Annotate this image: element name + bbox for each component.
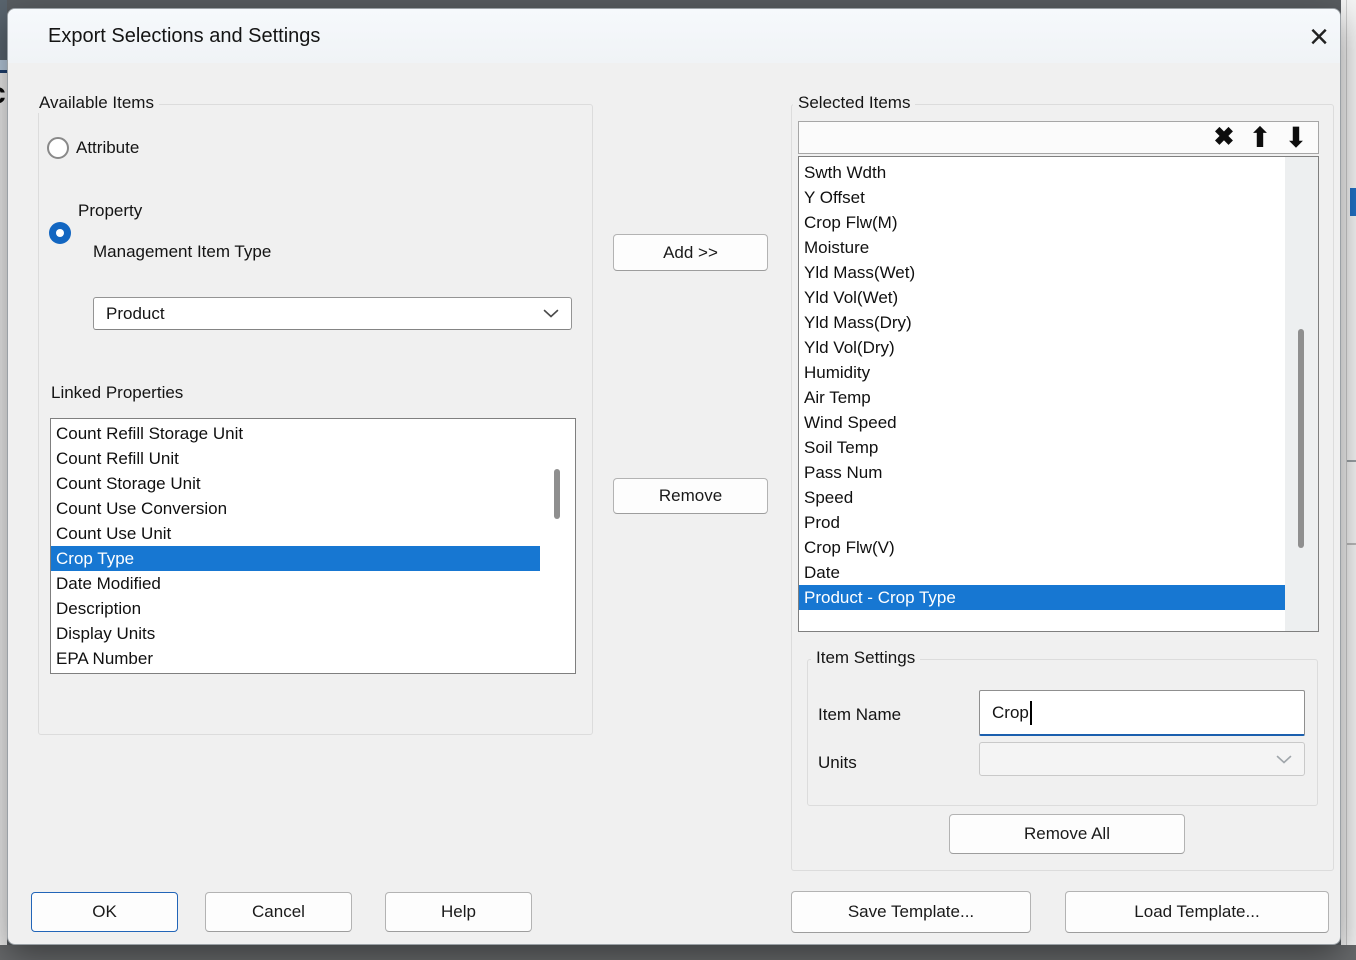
chevron-down-icon (1276, 755, 1292, 764)
management-item-type-value: Product (106, 304, 165, 324)
background-window-sliver (1347, 543, 1356, 545)
list-item[interactable]: Count Refill Unit (51, 446, 540, 471)
list-item[interactable]: Swth Wdth (799, 160, 1285, 185)
item-name-value: Crop (992, 703, 1029, 723)
attribute-radio-label[interactable]: Attribute (76, 137, 139, 159)
background-window-sliver (0, 0, 7, 60)
scrollbar-thumb[interactable] (1298, 329, 1304, 548)
list-item[interactable]: Count Storage Unit (51, 471, 540, 496)
available-items-group-label: Available Items (34, 93, 159, 113)
list-item[interactable]: Speed (799, 485, 1285, 510)
list-item[interactable]: Yld Vol(Dry) (799, 335, 1285, 360)
background-accent-mark (1350, 188, 1356, 216)
load-template-button[interactable]: Load Template... (1065, 891, 1329, 933)
remove-button[interactable]: Remove (613, 478, 768, 514)
selected-items-group-label: Selected Items (793, 93, 915, 113)
selected-items-toolbar: ✖ ⬆ ⬇ (798, 121, 1319, 154)
list-item[interactable]: Yld Mass(Dry) (799, 310, 1285, 335)
list-item[interactable]: Wind Speed (799, 410, 1285, 435)
help-button[interactable]: Help (385, 892, 532, 932)
item-settings-group-label: Item Settings (811, 648, 920, 668)
background-window-sliver (1346, 0, 1347, 945)
property-radio-label[interactable]: Property (78, 200, 142, 222)
list-item[interactable]: Air Temp (799, 385, 1285, 410)
list-item[interactable]: Count Refill Storage Unit (51, 421, 540, 446)
list-item[interactable]: Date (799, 560, 1285, 585)
remove-all-button[interactable]: Remove All (949, 814, 1185, 854)
save-template-button[interactable]: Save Template... (791, 891, 1031, 933)
list-item[interactable]: Yld Mass(Wet) (799, 260, 1285, 285)
ok-button[interactable]: OK (31, 892, 178, 932)
list-item[interactable]: Crop Type (51, 546, 540, 571)
item-name-input[interactable]: Crop (979, 690, 1305, 736)
list-item[interactable]: Pass Num (799, 460, 1285, 485)
list-item[interactable]: Count Use Unit (51, 521, 540, 546)
export-selections-dialog: Export Selections and Settings × Availab… (7, 8, 1341, 945)
item-name-label: Item Name (818, 705, 901, 725)
list-item[interactable]: Crop Flw(V) (799, 535, 1285, 560)
list-item[interactable]: Description (51, 596, 540, 621)
background-window-sliver (1341, 0, 1356, 945)
management-item-type-select[interactable]: Product (93, 297, 572, 330)
list-item[interactable]: Crop Flw(M) (799, 210, 1285, 235)
list-item[interactable]: EPA Number (51, 646, 540, 671)
cancel-button[interactable]: Cancel (205, 892, 352, 932)
chevron-down-icon (543, 309, 559, 318)
property-radio[interactable] (49, 222, 71, 244)
list-item[interactable]: Product - Crop Type (799, 585, 1285, 610)
list-item[interactable]: Yld Vol(Wet) (799, 285, 1285, 310)
move-down-icon[interactable]: ⬇ (1278, 122, 1314, 153)
background-clipped-text: c (0, 79, 6, 109)
close-button[interactable]: × (1297, 17, 1341, 57)
background-window-sliver (1347, 460, 1356, 462)
linked-properties-label: Linked Properties (51, 383, 183, 403)
scrollbar-thumb[interactable] (554, 469, 560, 519)
units-select[interactable] (979, 742, 1305, 776)
linked-properties-listbox[interactable]: Count Refill Storage UnitCount Refill Un… (50, 418, 576, 674)
list-item[interactable]: Date Modified (51, 571, 540, 596)
background-window-sliver (0, 60, 7, 70)
move-up-icon[interactable]: ⬆ (1242, 122, 1278, 153)
linked-properties-rows: Count Refill Storage UnitCount Refill Un… (51, 419, 540, 673)
list-item[interactable]: Count Use Conversion (51, 496, 540, 521)
list-item[interactable]: Y Offset (799, 185, 1285, 210)
selected-items-rows: Swth WdthY OffsetCrop Flw(M)MoistureYld … (799, 157, 1285, 631)
text-caret (1030, 701, 1032, 725)
list-item[interactable]: Soil Temp (799, 435, 1285, 460)
selected-items-listbox[interactable]: Swth WdthY OffsetCrop Flw(M)MoistureYld … (798, 156, 1319, 632)
desktop-strip (0, 945, 1356, 960)
list-item[interactable]: Display Units (51, 621, 540, 646)
list-item[interactable]: Humidity (799, 360, 1285, 385)
background-window-sliver: c (0, 73, 7, 945)
delete-icon[interactable]: ✖ (1206, 122, 1242, 153)
dialog-title: Export Selections and Settings (48, 9, 320, 63)
list-item[interactable]: Moisture (799, 235, 1285, 260)
add-button[interactable]: Add >> (613, 234, 768, 271)
list-item[interactable]: Prod (799, 510, 1285, 535)
attribute-radio[interactable] (47, 137, 69, 159)
units-label: Units (818, 753, 857, 773)
management-item-type-label: Management Item Type (93, 242, 271, 262)
